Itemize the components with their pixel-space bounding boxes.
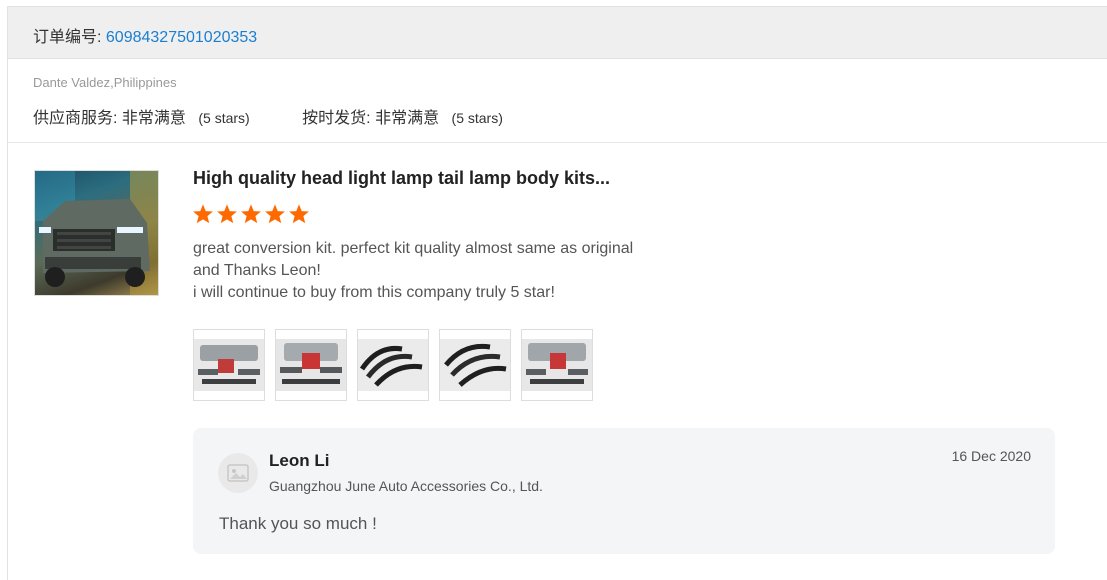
review-text: great conversion kit. perfect kit qualit…	[193, 238, 713, 304]
review-photo-3[interactable]	[357, 329, 429, 401]
rating-value: 非常满意	[121, 110, 186, 127]
seller-name: Leon Li	[269, 451, 330, 470]
reply-text: Thank you so much !	[219, 514, 377, 533]
rating-label: 按时发货:	[302, 110, 371, 127]
image-placeholder-icon	[227, 464, 249, 482]
review-photo-1[interactable]	[193, 329, 265, 401]
review-photo-2[interactable]	[275, 329, 347, 401]
order-number-link[interactable]: 60984327501020353	[106, 29, 257, 46]
product-title[interactable]: High quality head light lamp tail lamp b…	[193, 168, 610, 189]
truck-photo-icon	[35, 171, 158, 295]
review-photo-4[interactable]	[439, 329, 511, 401]
body-kit-photo-icon	[276, 339, 346, 391]
rating-on-time-delivery: 按时发货: 非常满意 (5 stars)	[302, 104, 503, 128]
order-label: 订单编号: 60984327501020353	[33, 23, 257, 47]
review-card: 订单编号: 60984327501020353 Dante Valdez,Phi…	[7, 6, 1107, 580]
avatar-placeholder-icon	[218, 453, 258, 493]
rating-stars-text: (5 stars)	[451, 110, 503, 126]
body-kit-photo-icon	[194, 339, 264, 391]
rating-supplier-service: 供应商服务: 非常满意 (5 stars)	[33, 104, 250, 128]
rating-value: 非常满意	[375, 110, 440, 127]
order-label-text: 订单编号:	[33, 29, 102, 46]
star-icon	[193, 204, 213, 224]
buyer-info: Dante Valdez,Philippines	[33, 75, 177, 90]
star-icon	[217, 204, 237, 224]
body-kit-photo-icon	[522, 339, 592, 391]
review-line: great conversion kit. perfect kit qualit…	[193, 240, 634, 257]
reply-date: 16 Dec 2020	[951, 448, 1031, 464]
seller-reply: Leon Li Guangzhou June Auto Accessories …	[193, 428, 1055, 554]
fender-flares-photo-icon	[358, 339, 428, 391]
product-thumbnail[interactable]	[34, 170, 159, 296]
review-line: i will continue to buy from this company…	[193, 284, 555, 301]
review-photos	[193, 329, 593, 401]
review-photo-5[interactable]	[521, 329, 593, 401]
star-icon	[265, 204, 285, 224]
review-line: and Thanks Leon!	[193, 262, 321, 279]
rating-label: 供应商服务:	[33, 110, 118, 127]
star-icon	[289, 204, 309, 224]
supplier-ratings: 供应商服务: 非常满意 (5 stars) 按时发货: 非常满意 (5 star…	[33, 104, 503, 128]
fender-flares-photo-icon	[440, 339, 510, 391]
rating-stars-text: (5 stars)	[198, 110, 250, 126]
seller-company: Guangzhou June Auto Accessories Co., Ltd…	[269, 478, 543, 494]
order-header: 订单编号: 60984327501020353	[8, 7, 1107, 59]
star-icon	[241, 204, 261, 224]
product-rating-stars	[192, 203, 310, 225]
section-divider	[8, 142, 1107, 143]
